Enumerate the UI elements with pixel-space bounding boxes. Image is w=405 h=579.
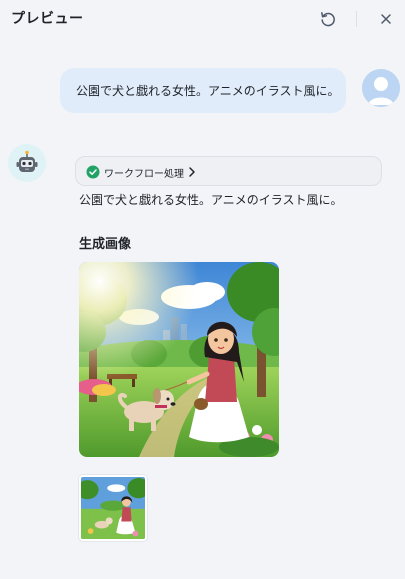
preview-header: プレビュー bbox=[0, 0, 405, 40]
user-avatar-icon bbox=[362, 69, 400, 107]
check-circle-icon bbox=[86, 165, 100, 179]
page-title: プレビュー bbox=[11, 11, 84, 27]
user-message-bubble: 公園で犬と戯れる女性。アニメのイラスト風に。 bbox=[60, 68, 346, 113]
bot-message-text: 公園で犬と戯れる女性。アニメのイラスト風に。 bbox=[79, 193, 343, 207]
workflow-label: ワークフロー処理 bbox=[104, 169, 184, 180]
close-icon[interactable] bbox=[377, 10, 395, 28]
chevron-right-icon[interactable] bbox=[187, 166, 197, 178]
generated-image-thumbnail[interactable] bbox=[79, 475, 147, 541]
user-message-text: 公園で犬と戯れる女性。アニメのイラスト風に。 bbox=[76, 84, 340, 98]
header-divider bbox=[356, 11, 357, 27]
generated-images-title: 生成画像 bbox=[79, 237, 132, 252]
workflow-status-chip[interactable]: ワークフロー処理 bbox=[75, 156, 382, 186]
restart-icon[interactable] bbox=[319, 10, 337, 28]
generated-image[interactable] bbox=[79, 262, 279, 457]
robot-avatar-icon bbox=[8, 144, 46, 182]
